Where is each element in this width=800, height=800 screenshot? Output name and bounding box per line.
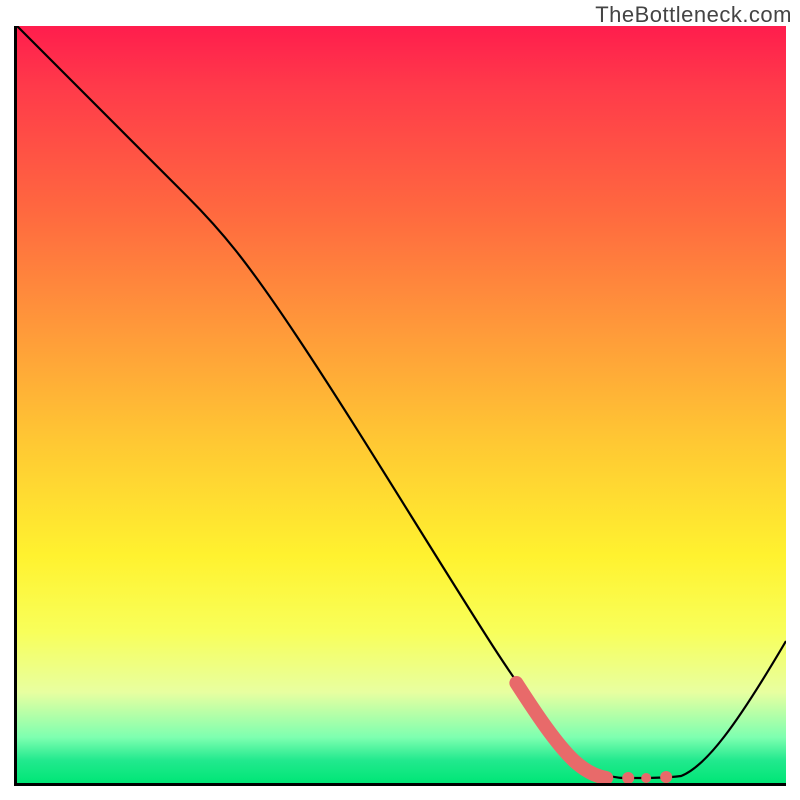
curve-layer xyxy=(17,26,786,783)
optimal-dot-icon xyxy=(641,773,651,783)
optimal-range-highlight xyxy=(516,683,606,778)
watermark-text: TheBottleneck.com xyxy=(595,2,792,28)
bottleneck-curve xyxy=(17,26,786,778)
optimal-dot-icon xyxy=(660,771,672,783)
chart-frame: TheBottleneck.com xyxy=(0,0,800,800)
optimal-dot-icon xyxy=(622,772,634,784)
plot-area xyxy=(14,26,786,786)
